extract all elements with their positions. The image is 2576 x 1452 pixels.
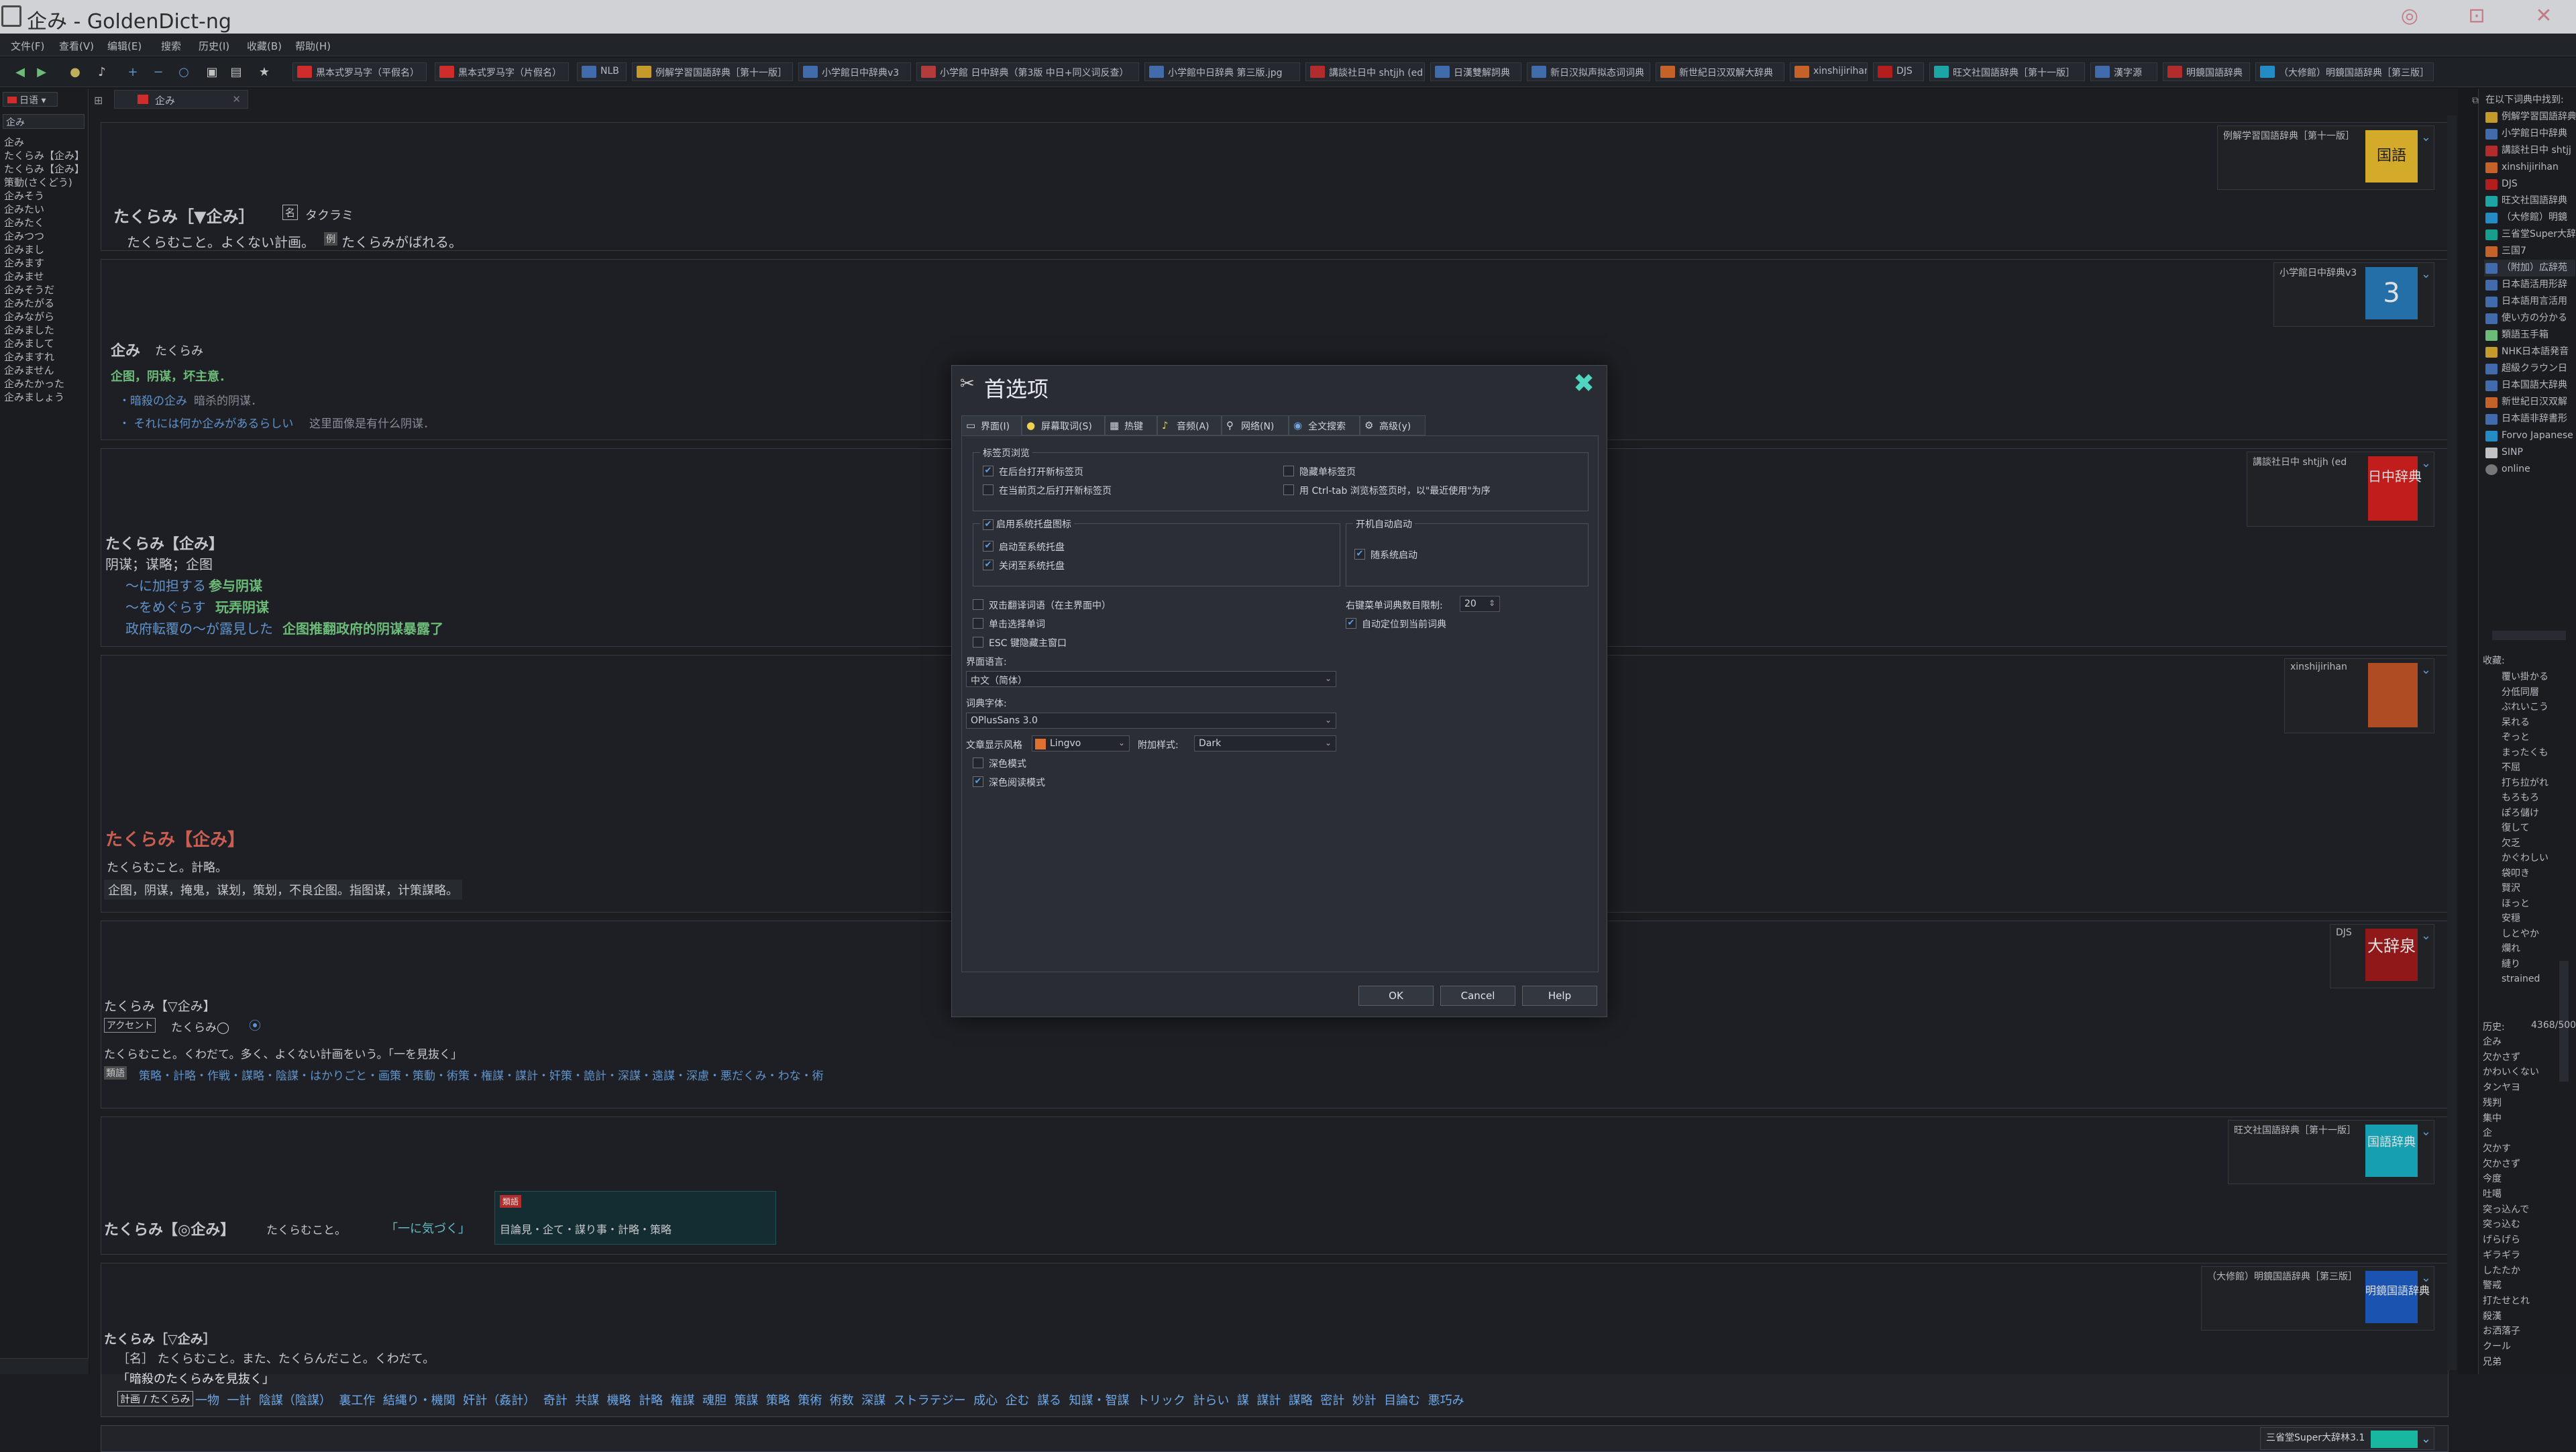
synonym-badge: 計画 / たくらみ	[117, 1391, 193, 1406]
dark-reader-checkbox[interactable]: ✔ 深色阅读模式	[973, 776, 1045, 789]
esc-hide-checkbox[interactable]: ESC 键隐藏主窗口	[973, 636, 1067, 650]
mru-tab-order-checkbox[interactable]: 用 Ctrl-tab 浏览标签页时，以"最近使用"为序	[1283, 484, 1491, 497]
tab-hotkeys[interactable]: ▦ 热键	[1105, 415, 1157, 435]
group-title: 开机自动启动	[1353, 517, 1415, 531]
synonyms[interactable]: 一物 一計 陰謀（陰謀） 裏工作 結縄り・機関 奸計（姦計） 奇計 共謀 機略 …	[195, 1391, 1464, 1408]
tab-scan-popup[interactable]: ● 屏幕取词(S)	[1022, 415, 1105, 435]
open-tabs-after-current-checkbox[interactable]: 在当前页之后打开新标签页	[983, 484, 1112, 497]
ui-language-label: 界面语言:	[966, 657, 1007, 668]
open-tabs-background-checkbox[interactable]: ✔ 在后台打开新标签页	[983, 465, 1083, 478]
font-label: 词典字体:	[966, 698, 1007, 709]
limit-spinbox[interactable]: 20 ⇕	[1460, 596, 1500, 612]
close-dialog-icon[interactable]: ✖	[1573, 370, 1595, 397]
cancel-button[interactable]: Cancel	[1440, 986, 1515, 1006]
dict-label[interactable]: 三省堂Super大辞林3.1 ⌄	[2260, 1427, 2434, 1450]
style-label: 文章显示风格	[966, 740, 1022, 751]
close-to-tray-checkbox[interactable]: ✔ 关闭至系统托盘	[983, 559, 1065, 572]
dialog-title: 首选项	[984, 376, 1049, 402]
dark-mode-checkbox[interactable]: 深色模式	[973, 757, 1026, 770]
addon-style-select[interactable]: Dark ⌄	[1194, 735, 1336, 751]
autoscroll-checkbox[interactable]: ✔ 自动定位到当前词典	[1346, 617, 1446, 631]
tab-advanced[interactable]: ⚙ 高级(y)	[1360, 415, 1426, 435]
tabs-group: 标签页浏览 ✔ 在后台打开新标签页 在当前页之后打开新标签页 隐藏单标签页 用 C…	[973, 446, 1589, 511]
group-title: 标签页浏览	[980, 446, 1032, 460]
style-select[interactable]: Lingvo ⌄	[1032, 735, 1130, 751]
tab-audio[interactable]: ♪ 音频(A)	[1157, 415, 1222, 435]
autostart-checkbox[interactable]: ✔ 随系统启动	[1354, 548, 1417, 562]
tab-fulltext[interactable]: ◉ 全文搜索	[1289, 415, 1360, 435]
font-select[interactable]: OPlusSans 3.0 ⌄	[966, 713, 1336, 729]
start-to-tray-checkbox[interactable]: ✔ 启动至系统托盘	[983, 540, 1065, 554]
tray-group: ✔ 启用系统托盘图标 ✔ 启动至系统托盘 ✔ 关闭至系统托盘	[973, 517, 1340, 586]
single-click-select-checkbox[interactable]: 单击选择单词	[973, 617, 1045, 631]
ui-language-select[interactable]: 中文（简体） ⌄	[966, 671, 1336, 687]
addon-style-label: 附加样式:	[1138, 740, 1179, 751]
ok-button[interactable]: OK	[1358, 986, 1434, 1006]
startup-group: 开机自动启动 ✔ 随系统启动	[1346, 517, 1589, 586]
limit-label: 右键菜单词典数目限制:	[1346, 601, 1443, 611]
preferences-dialog: ✂ 首选项 ✖ ▭ 界面(I) ● 屏幕取词(S) ▦ 热键 ♪ 音频(A) ⚲ 网络(N…	[951, 365, 1607, 1017]
help-button[interactable]: Help	[1522, 986, 1597, 1006]
tab-network[interactable]: ⚲ 网络(N)	[1222, 415, 1289, 435]
article-card: 三省堂Super大辞林3.1 ⌄	[101, 1425, 2449, 1452]
double-click-translate-checkbox[interactable]: 双击翻译词语（在主界面中）	[973, 599, 1111, 612]
interface-panel: 标签页浏览 ✔ 在后台打开新标签页 在当前页之后打开新标签页 隐藏单标签页 用 C…	[961, 435, 1599, 972]
tools-icon: ✂	[960, 374, 975, 394]
enable-tray-checkbox[interactable]: ✔ 启用系统托盘图标	[980, 517, 1074, 531]
hide-single-tab-checkbox[interactable]: 隐藏单标签页	[1283, 465, 1356, 478]
tab-interface[interactable]: ▭ 界面(I)	[961, 415, 1022, 435]
